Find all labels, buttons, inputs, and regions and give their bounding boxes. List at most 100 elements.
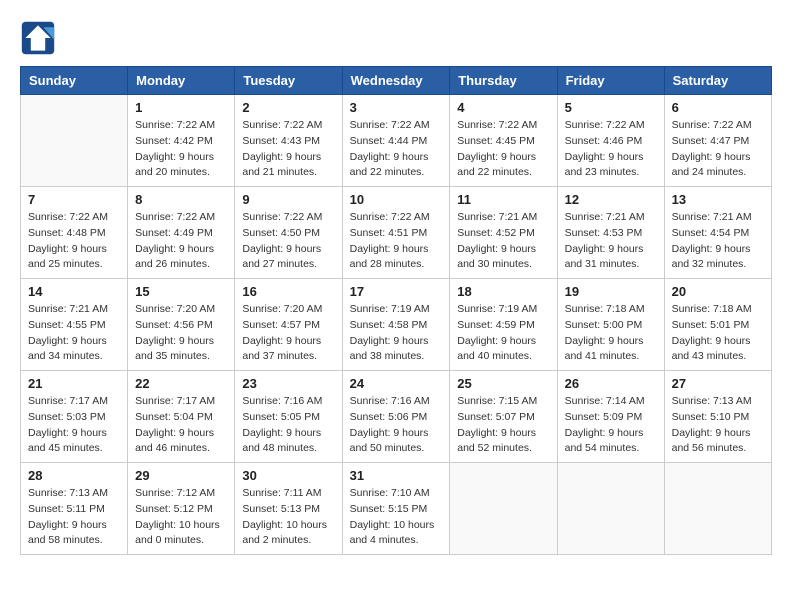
calendar-header-row: SundayMondayTuesdayWednesdayThursdayFrid… bbox=[21, 67, 772, 95]
day-number: 29 bbox=[135, 468, 227, 483]
day-of-week-header: Monday bbox=[128, 67, 235, 95]
day-number: 27 bbox=[672, 376, 764, 391]
day-info: Sunrise: 7:19 AM Sunset: 4:59 PM Dayligh… bbox=[457, 302, 549, 365]
day-info: Sunrise: 7:22 AM Sunset: 4:50 PM Dayligh… bbox=[242, 210, 334, 273]
calendar-cell: 25 Sunrise: 7:15 AM Sunset: 5:07 PM Dayli… bbox=[450, 371, 557, 463]
calendar-cell: 28Sunrise: 7:13 AM Sunset: 5:11 PM Dayli… bbox=[21, 463, 128, 555]
day-number: 16 bbox=[242, 284, 334, 299]
day-number: 13 bbox=[672, 192, 764, 207]
day-number: 5 bbox=[565, 100, 657, 115]
calendar-cell: 16 Sunrise: 7:20 AM Sunset: 4:57 PM Dayli… bbox=[235, 279, 342, 371]
day-number: 22 bbox=[135, 376, 227, 391]
day-number: 18 bbox=[457, 284, 549, 299]
day-number: 21 bbox=[28, 376, 120, 391]
calendar-cell: 18 Sunrise: 7:19 AM Sunset: 4:59 PM Dayli… bbox=[450, 279, 557, 371]
calendar-cell: 23Sunrise: 7:16 AM Sunset: 5:05 PM Dayli… bbox=[235, 371, 342, 463]
day-number: 26 bbox=[565, 376, 657, 391]
day-info: Sunrise: 7:21 AM Sunset: 4:52 PM Dayligh… bbox=[457, 210, 549, 273]
day-info: Sunrise: 7:22 AM Sunset: 4:46 PM Dayligh… bbox=[565, 118, 657, 181]
calendar-cell: 26 Sunrise: 7:14 AM Sunset: 5:09 PM Dayli… bbox=[557, 371, 664, 463]
calendar-cell: 17 Sunrise: 7:19 AM Sunset: 4:58 PM Dayli… bbox=[342, 279, 450, 371]
calendar-week-row: 28Sunrise: 7:13 AM Sunset: 5:11 PM Dayli… bbox=[21, 463, 772, 555]
day-number: 11 bbox=[457, 192, 549, 207]
day-info: Sunrise: 7:22 AM Sunset: 4:47 PM Dayligh… bbox=[672, 118, 764, 181]
day-info: Sunrise: 7:17 AM Sunset: 5:03 PM Dayligh… bbox=[28, 394, 120, 457]
calendar-cell: 9 Sunrise: 7:22 AM Sunset: 4:50 PM Daylig… bbox=[235, 187, 342, 279]
calendar-cell: 20 Sunrise: 7:18 AM Sunset: 5:01 PM Dayli… bbox=[664, 279, 771, 371]
calendar-cell: 24 Sunrise: 7:16 AM Sunset: 5:06 PM Dayli… bbox=[342, 371, 450, 463]
day-number: 6 bbox=[672, 100, 764, 115]
day-info: Sunrise: 7:18 AM Sunset: 5:01 PM Dayligh… bbox=[672, 302, 764, 365]
calendar-cell: 15Sunrise: 7:20 AM Sunset: 4:56 PM Dayli… bbox=[128, 279, 235, 371]
day-of-week-header: Friday bbox=[557, 67, 664, 95]
calendar-cell: 3 Sunrise: 7:22 AM Sunset: 4:44 PM Daylig… bbox=[342, 95, 450, 187]
calendar-cell: 6 Sunrise: 7:22 AM Sunset: 4:47 PM Daylig… bbox=[664, 95, 771, 187]
day-number: 25 bbox=[457, 376, 549, 391]
day-info: Sunrise: 7:22 AM Sunset: 4:43 PM Dayligh… bbox=[242, 118, 334, 181]
calendar-cell bbox=[21, 95, 128, 187]
calendar-week-row: 14 Sunrise: 7:21 AM Sunset: 4:55 PM Dayli… bbox=[21, 279, 772, 371]
day-of-week-header: Tuesday bbox=[235, 67, 342, 95]
day-info: Sunrise: 7:22 AM Sunset: 4:48 PM Dayligh… bbox=[28, 210, 120, 273]
day-number: 10 bbox=[350, 192, 443, 207]
day-number: 3 bbox=[350, 100, 443, 115]
day-info: Sunrise: 7:15 AM Sunset: 5:07 PM Dayligh… bbox=[457, 394, 549, 457]
day-number: 30 bbox=[242, 468, 334, 483]
day-info: Sunrise: 7:22 AM Sunset: 4:45 PM Dayligh… bbox=[457, 118, 549, 181]
calendar-cell: 2 Sunrise: 7:22 AM Sunset: 4:43 PM Daylig… bbox=[235, 95, 342, 187]
calendar-cell: 30 Sunrise: 7:11 AM Sunset: 5:13 PM Dayli… bbox=[235, 463, 342, 555]
day-info: Sunrise: 7:22 AM Sunset: 4:42 PM Dayligh… bbox=[135, 118, 227, 181]
calendar-cell bbox=[664, 463, 771, 555]
calendar-cell: 19 Sunrise: 7:18 AM Sunset: 5:00 PM Dayli… bbox=[557, 279, 664, 371]
day-of-week-header: Sunday bbox=[21, 67, 128, 95]
day-info: Sunrise: 7:22 AM Sunset: 4:44 PM Dayligh… bbox=[350, 118, 443, 181]
calendar-cell: 5 Sunrise: 7:22 AM Sunset: 4:46 PM Daylig… bbox=[557, 95, 664, 187]
calendar-cell: 31Sunrise: 7:10 AM Sunset: 5:15 PM Dayli… bbox=[342, 463, 450, 555]
calendar-cell: 14 Sunrise: 7:21 AM Sunset: 4:55 PM Dayli… bbox=[21, 279, 128, 371]
day-info: Sunrise: 7:22 AM Sunset: 4:49 PM Dayligh… bbox=[135, 210, 227, 273]
calendar-cell: 10Sunrise: 7:22 AM Sunset: 4:51 PM Dayli… bbox=[342, 187, 450, 279]
day-number: 8 bbox=[135, 192, 227, 207]
day-number: 19 bbox=[565, 284, 657, 299]
calendar-cell bbox=[557, 463, 664, 555]
day-info: Sunrise: 7:16 AM Sunset: 5:06 PM Dayligh… bbox=[350, 394, 443, 457]
day-info: Sunrise: 7:10 AM Sunset: 5:15 PM Dayligh… bbox=[350, 486, 443, 549]
day-number: 7 bbox=[28, 192, 120, 207]
day-info: Sunrise: 7:13 AM Sunset: 5:11 PM Dayligh… bbox=[28, 486, 120, 549]
day-info: Sunrise: 7:21 AM Sunset: 4:54 PM Dayligh… bbox=[672, 210, 764, 273]
day-number: 23 bbox=[242, 376, 334, 391]
calendar-cell: 22 Sunrise: 7:17 AM Sunset: 5:04 PM Dayli… bbox=[128, 371, 235, 463]
calendar-cell: 21 Sunrise: 7:17 AM Sunset: 5:03 PM Dayli… bbox=[21, 371, 128, 463]
day-number: 14 bbox=[28, 284, 120, 299]
calendar-cell: 13 Sunrise: 7:21 AM Sunset: 4:54 PM Dayli… bbox=[664, 187, 771, 279]
page-header bbox=[20, 20, 772, 56]
day-number: 4 bbox=[457, 100, 549, 115]
calendar-cell: 12Sunrise: 7:21 AM Sunset: 4:53 PM Dayli… bbox=[557, 187, 664, 279]
day-info: Sunrise: 7:17 AM Sunset: 5:04 PM Dayligh… bbox=[135, 394, 227, 457]
day-number: 17 bbox=[350, 284, 443, 299]
calendar-cell: 8 Sunrise: 7:22 AM Sunset: 4:49 PM Daylig… bbox=[128, 187, 235, 279]
logo bbox=[20, 20, 60, 56]
day-info: Sunrise: 7:21 AM Sunset: 4:55 PM Dayligh… bbox=[28, 302, 120, 365]
calendar-cell: 11 Sunrise: 7:21 AM Sunset: 4:52 PM Dayli… bbox=[450, 187, 557, 279]
logo-icon bbox=[20, 20, 56, 56]
day-number: 12 bbox=[565, 192, 657, 207]
calendar-cell: 27Sunrise: 7:13 AM Sunset: 5:10 PM Dayli… bbox=[664, 371, 771, 463]
calendar-cell: 29Sunrise: 7:12 AM Sunset: 5:12 PM Dayli… bbox=[128, 463, 235, 555]
calendar-week-row: 7 Sunrise: 7:22 AM Sunset: 4:48 PM Daylig… bbox=[21, 187, 772, 279]
day-info: Sunrise: 7:18 AM Sunset: 5:00 PM Dayligh… bbox=[565, 302, 657, 365]
day-number: 24 bbox=[350, 376, 443, 391]
day-number: 20 bbox=[672, 284, 764, 299]
day-number: 2 bbox=[242, 100, 334, 115]
day-info: Sunrise: 7:20 AM Sunset: 4:57 PM Dayligh… bbox=[242, 302, 334, 365]
day-info: Sunrise: 7:14 AM Sunset: 5:09 PM Dayligh… bbox=[565, 394, 657, 457]
day-info: Sunrise: 7:20 AM Sunset: 4:56 PM Dayligh… bbox=[135, 302, 227, 365]
calendar-week-row: 21 Sunrise: 7:17 AM Sunset: 5:03 PM Dayli… bbox=[21, 371, 772, 463]
day-number: 9 bbox=[242, 192, 334, 207]
day-info: Sunrise: 7:11 AM Sunset: 5:13 PM Dayligh… bbox=[242, 486, 334, 549]
day-number: 1 bbox=[135, 100, 227, 115]
day-info: Sunrise: 7:19 AM Sunset: 4:58 PM Dayligh… bbox=[350, 302, 443, 365]
day-of-week-header: Saturday bbox=[664, 67, 771, 95]
day-of-week-header: Thursday bbox=[450, 67, 557, 95]
day-of-week-header: Wednesday bbox=[342, 67, 450, 95]
